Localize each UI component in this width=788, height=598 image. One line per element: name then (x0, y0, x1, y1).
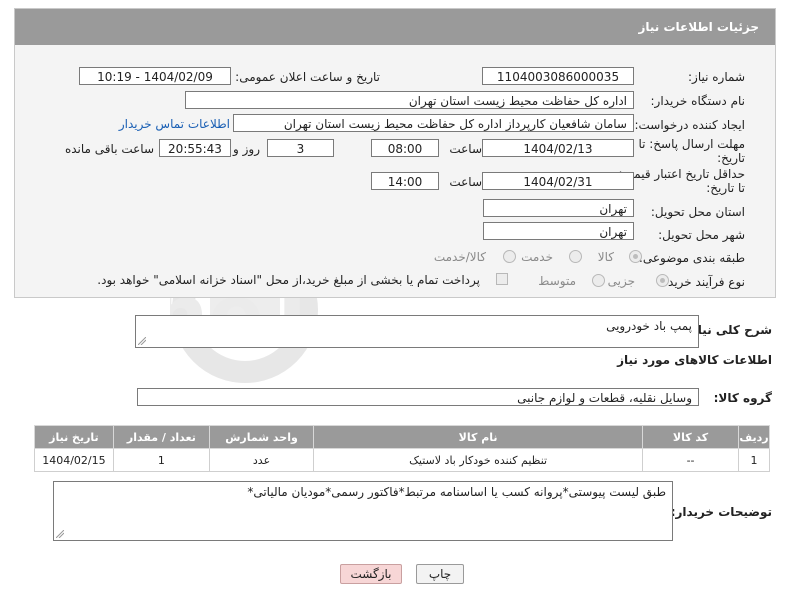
process-radio-medium[interactable] (592, 274, 605, 287)
description-text: پمپ باد خودرویی (606, 319, 692, 333)
category-option-service: خدمت (521, 250, 553, 264)
buyer-org-field[interactable]: اداره کل حفاظت محیط زیست استان تهران (185, 91, 634, 109)
col-code: کد کالا (642, 425, 740, 449)
cell-date: 1404/02/15 (34, 448, 114, 472)
cell-row: 1 (738, 448, 770, 472)
table-row[interactable]: 1 -- تنظیم کننده خودکار باد لاستیک عدد 1… (34, 448, 770, 472)
col-date: تاریخ نیاز (34, 425, 114, 449)
remaining-time-label: ساعت باقی مانده (64, 142, 154, 156)
cell-qty: 1 (112, 448, 210, 472)
announce-date-label: تاریخ و ساعت اعلان عمومی: (235, 70, 380, 84)
remaining-time-field[interactable]: 20:55:43 (159, 139, 231, 157)
col-name: نام کالا (313, 425, 644, 449)
days-label: روز و (233, 142, 260, 156)
deadline-label-line2: تاریخ: (717, 151, 745, 165)
goods-section-title: اطلاعات کالاهای مورد نیاز (617, 353, 772, 367)
creator-label: ایجاد کننده درخواست: (634, 118, 745, 132)
city-field[interactable]: تهران (483, 222, 634, 240)
buyer-contact-link[interactable]: اطلاعات تماس خریدار (119, 117, 230, 131)
category-radio-goods-service[interactable] (503, 250, 516, 263)
validity-date-field[interactable]: 1404/02/31 (482, 172, 634, 190)
category-radio-service[interactable] (569, 250, 582, 263)
creator-field[interactable]: سامان شافعیان کارپرداز اداره کل حفاظت مح… (233, 114, 634, 132)
process-option-medium: متوسط (538, 274, 576, 288)
category-option-goods: کالا (597, 250, 614, 264)
goods-table-header: ردیف کد کالا نام کالا واحد شمارش تعداد /… (34, 425, 770, 449)
deadline-label-line1: مهلت ارسال پاسخ: تا (638, 137, 745, 151)
goods-group-label: گروه کالا: (713, 391, 772, 405)
deadline-time-field[interactable]: 08:00 (371, 139, 439, 157)
resize-grip-icon[interactable] (138, 337, 146, 345)
deadline-date-field[interactable]: 1404/02/13 (482, 139, 634, 157)
validity-label-line2: تا تاریخ: (706, 181, 745, 195)
resize-grip-icon[interactable] (56, 530, 64, 538)
description-textarea[interactable]: پمپ باد خودرویی (135, 315, 699, 348)
days-remaining-field[interactable]: 3 (267, 139, 334, 157)
panel-title: جزئیات اطلاعات نیاز (638, 20, 759, 34)
buyer-org-label: نام دستگاه خریدار: (650, 94, 746, 108)
goods-group-field[interactable]: وسایل نقلیه، قطعات و لوازم جانبی (137, 388, 699, 406)
need-number-label: شماره نیاز: (688, 70, 745, 84)
col-row: ردیف (738, 425, 770, 449)
deadline-time-label: ساعت (449, 142, 482, 156)
category-option-goods-service: کالا/خدمت (433, 250, 486, 264)
validity-time-label: ساعت (449, 175, 482, 189)
province-label: استان محل تحویل: (650, 205, 745, 219)
print-button[interactable]: چاپ (416, 564, 464, 584)
buyer-notes-label: توضیحات خریدار: (670, 505, 772, 519)
process-radio-minor[interactable] (656, 274, 669, 287)
panel-header: جزئیات اطلاعات نیاز (15, 9, 775, 45)
category-radio-goods[interactable] (629, 250, 642, 263)
goods-table: ردیف کد کالا نام کالا واحد شمارش تعداد /… (34, 425, 770, 472)
validity-time-field[interactable]: 14:00 (371, 172, 439, 190)
process-label: نوع فرآیند خرید : (660, 275, 745, 289)
cell-unit: عدد (208, 448, 315, 472)
city-label: شهر محل تحویل: (658, 228, 745, 242)
province-field[interactable]: تهران (483, 199, 634, 217)
buyer-notes-textarea[interactable]: طبق لیست پیوستی*پروانه کسب یا اساسنامه م… (53, 481, 673, 541)
col-qty: تعداد / مقدار (112, 425, 210, 449)
col-unit: واحد شمارش (208, 425, 315, 449)
validity-label-line1: حداقل تاریخ اعتبار قیمت: (618, 167, 745, 181)
back-button[interactable]: بازگشت (340, 564, 402, 584)
process-option-minor: جزیی (607, 274, 635, 288)
treasury-payment-checkbox[interactable] (496, 273, 508, 285)
need-number-field[interactable]: 1104003086000035 (482, 67, 634, 85)
category-label: طبقه بندی موضوعی: (638, 251, 745, 265)
buyer-notes-text: طبق لیست پیوستی*پروانه کسب یا اساسنامه م… (247, 485, 666, 499)
treasury-payment-note: پرداخت تمام یا بخشی از مبلغ خرید،از محل … (97, 273, 480, 287)
announce-date-field[interactable]: 1404/02/09 - 10:19 (79, 67, 231, 85)
cell-code: -- (642, 448, 740, 472)
cell-name: تنظیم کننده خودکار باد لاستیک (313, 448, 644, 472)
